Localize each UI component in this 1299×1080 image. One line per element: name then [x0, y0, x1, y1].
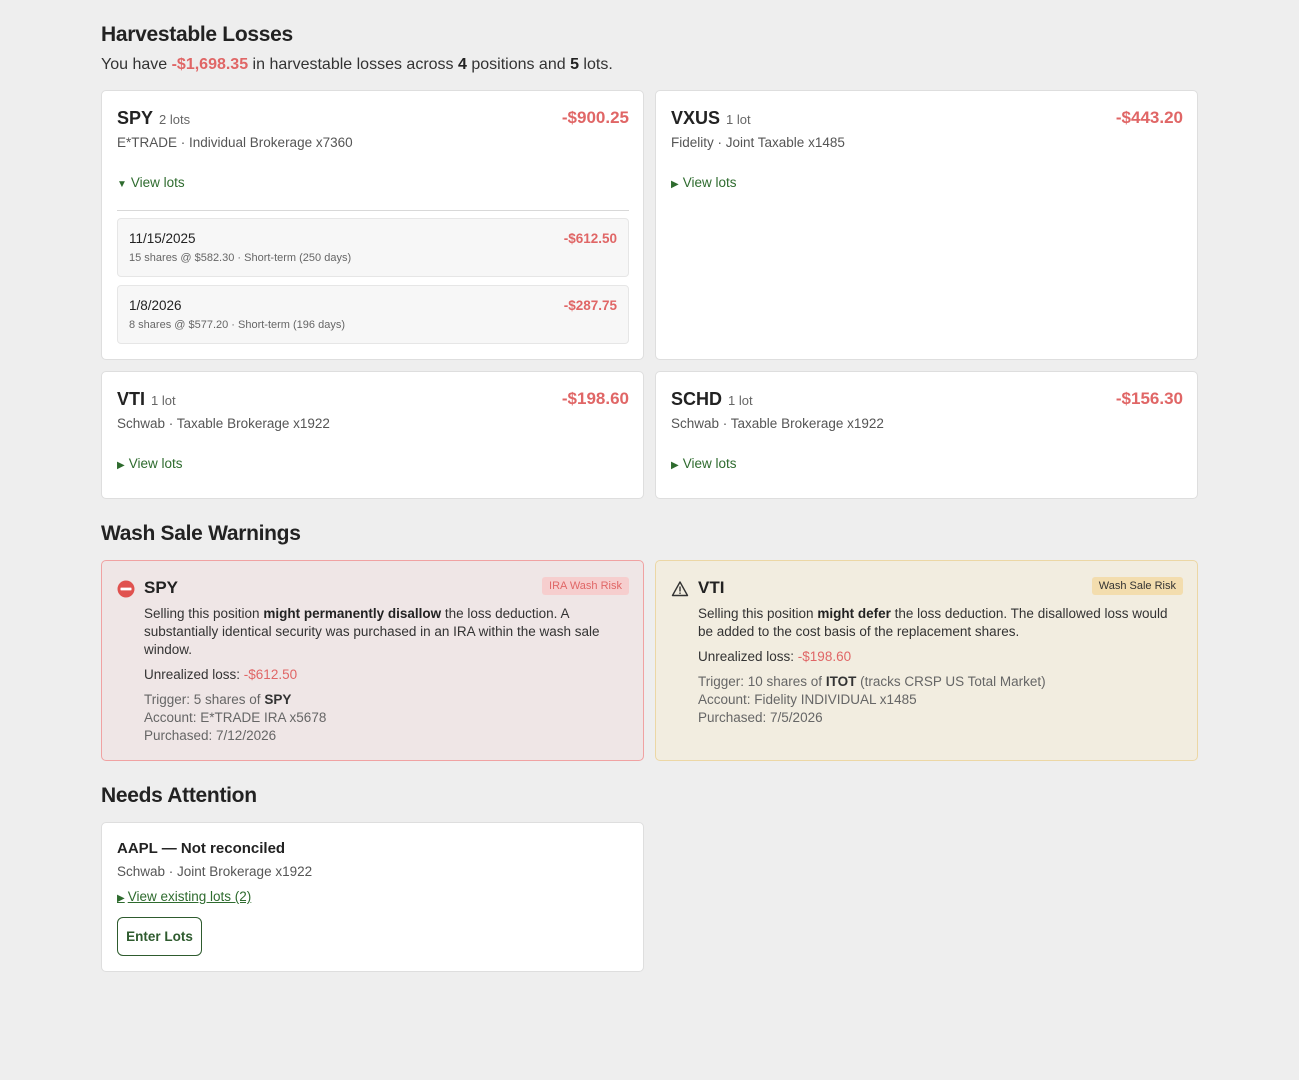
view-lots-toggle[interactable]: ▼ View lots: [117, 175, 185, 190]
lot-row: 11/15/2025 15 shares @ $582.30 · Short-t…: [117, 218, 629, 277]
triangle-right-icon: ▶: [117, 460, 125, 471]
trigger-line: Trigger: 5 shares of SPY: [144, 692, 292, 707]
lot-loss: -$287.75: [563, 298, 617, 313]
loss-amount: -$156.30: [1115, 389, 1183, 408]
trigger-details: Trigger: 10 shares of ITOT (tracks CRSP …: [698, 673, 1183, 727]
needs-attention-title: Needs Attention: [101, 784, 257, 807]
position-card-vxus: VXUS 1 lot -$443.20 Fidelity · Joint Taxa…: [655, 90, 1198, 360]
wash-sale-risk-badge: Wash Sale Risk: [1091, 577, 1183, 595]
view-lots-toggle[interactable]: ▶ View lots: [671, 175, 736, 190]
lot-count: 2 lots: [159, 112, 191, 127]
warning-text: Selling this position might permanently …: [144, 606, 600, 657]
trigger-account: Account: E*TRADE IRA x5678: [144, 710, 327, 725]
ticker: SCHD: [671, 389, 723, 409]
triangle-right-icon: ▶: [671, 179, 679, 190]
lot-count: 1 lot: [728, 393, 753, 408]
ticker: SPY: [117, 108, 154, 128]
loss-amount: -$443.20: [1115, 108, 1183, 127]
warning-body: Selling this position might defer the lo…: [698, 605, 1183, 727]
lot-date: 11/15/2025: [129, 231, 196, 246]
lot-row: 1/8/2026 8 shares @ $577.20 · Short-term…: [117, 285, 629, 344]
lot-count: 1 lot: [151, 393, 176, 408]
warning-ticker: SPY: [144, 578, 179, 597]
view-existing-lots-link[interactable]: ▶ View existing lots (2): [117, 889, 251, 904]
trigger-line: Trigger: 10 shares of ITOT (tracks CRSP …: [698, 674, 1046, 689]
harvestable-losses-title: Harvestable Losses: [101, 23, 293, 46]
ticker: VTI: [117, 389, 146, 409]
warning-ticker: VTI: [698, 578, 725, 597]
trigger-account: Account: Fidelity INDIVIDUAL x1485: [698, 692, 917, 707]
unrealized-loss: Unrealized loss: -$198.60: [698, 649, 852, 664]
no-entry-icon: [117, 580, 135, 598]
lot-detail: 8 shares @ $577.20 · Short-term (196 day…: [129, 319, 345, 331]
view-lots-toggle[interactable]: ▶ View lots: [117, 456, 182, 471]
triangle-right-icon: ▶: [671, 460, 679, 471]
account-label: E*TRADE · Individual Brokerage x7360: [117, 135, 353, 150]
enter-lots-button[interactable]: Enter Lots: [117, 917, 202, 956]
positions-count: 4: [457, 56, 467, 73]
account-label: Schwab · Taxable Brokerage x1922: [671, 416, 884, 431]
position-card-schd: SCHD 1 lot -$156.30 Schwab · Taxable Brok…: [655, 371, 1198, 499]
loss-amount: -$900.25: [561, 108, 629, 127]
triangle-right-icon: ▶: [117, 893, 125, 904]
warning-text: Selling this position might defer the lo…: [698, 606, 1168, 639]
total-loss: -$1,698.35: [171, 56, 249, 73]
lot-loss: -$612.50: [563, 231, 617, 246]
wash-sale-warnings-title: Wash Sale Warnings: [101, 522, 301, 545]
position-card-vti: VTI 1 lot -$198.60 Schwab · Taxable Broke…: [101, 371, 644, 499]
ticker: VXUS: [671, 108, 721, 128]
warning-triangle-icon: [671, 581, 689, 597]
account-label: Schwab · Taxable Brokerage x1922: [117, 416, 330, 431]
position-card-spy: SPY 2 lots -$900.25 E*TRADE · Individual …: [101, 90, 644, 360]
trigger-purchased: Purchased: 7/12/2026: [144, 728, 277, 743]
unrealized-loss: Unrealized loss: -$612.50: [144, 667, 298, 682]
trigger-details: Trigger: 5 shares of SPY Account: E*TRAD…: [144, 691, 629, 745]
view-lots-toggle[interactable]: ▶ View lots: [671, 456, 736, 471]
trigger-purchased: Purchased: 7/5/2026: [698, 710, 823, 725]
attention-heading: AAPL — Not reconciled: [117, 840, 286, 857]
account-label: Schwab · Joint Brokerage x1922: [117, 864, 313, 879]
wash-warning-spy: SPY IRA Wash Risk Selling this position …: [101, 560, 644, 761]
loss-amount: -$198.60: [561, 389, 629, 408]
account-label: Fidelity · Joint Taxable x1485: [671, 135, 845, 150]
harvestable-summary: You have -$1,698.35 in harvestable losse…: [101, 56, 613, 73]
wash-warning-vti: VTI Wash Sale Risk Selling this position…: [655, 560, 1198, 761]
divider: [117, 210, 629, 211]
lot-date: 1/8/2026: [129, 298, 182, 313]
lot-detail: 15 shares @ $582.30 · Short-term (250 da…: [129, 252, 352, 264]
lots-count: 5: [570, 56, 579, 73]
lot-count: 1 lot: [726, 112, 751, 127]
triangle-down-icon: ▼: [117, 179, 127, 190]
attention-card-aapl: AAPL — Not reconciled Schwab · Joint Bro…: [101, 822, 644, 972]
warning-body: Selling this position might permanently …: [144, 605, 629, 745]
ira-wash-risk-badge: IRA Wash Risk: [542, 577, 629, 595]
